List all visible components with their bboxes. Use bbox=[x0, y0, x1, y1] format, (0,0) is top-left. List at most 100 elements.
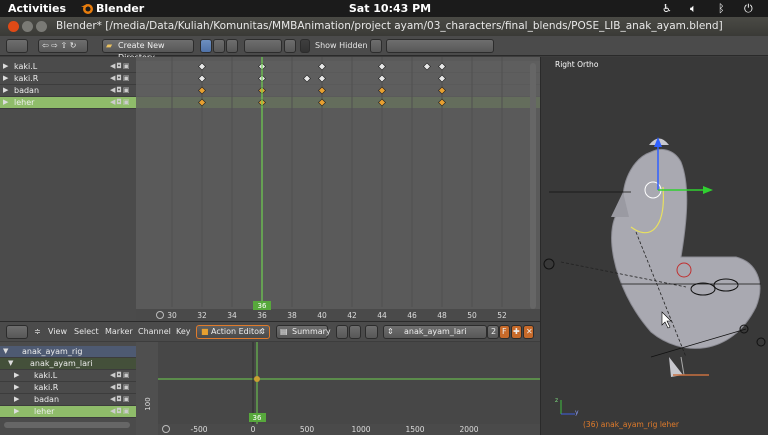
editor-type-icon[interactable] bbox=[6, 325, 28, 339]
navigation-arrows[interactable]: ⇦ ⇨ ⇧ ↻ bbox=[38, 39, 88, 53]
volume-icon[interactable]: 🔈︎ bbox=[690, 2, 697, 16]
graph-editor-curve-area[interactable]: 100 -500 0 500 1000 1500 2000 36 bbox=[136, 342, 540, 435]
filter-icon[interactable] bbox=[370, 39, 382, 53]
graph-x-ruler[interactable] bbox=[158, 424, 540, 435]
cursor-point[interactable] bbox=[254, 376, 260, 382]
expand-triangle-icon[interactable]: ▶ bbox=[14, 371, 19, 379]
rig-control-circle[interactable] bbox=[756, 337, 766, 347]
action-users-count[interactable]: 2 bbox=[487, 325, 499, 339]
channel-mute-lock-icons[interactable]: ◀◘▣ bbox=[110, 74, 131, 82]
y-tick-label: 100 bbox=[144, 397, 152, 410]
channel-row-kaki-l[interactable]: ▶ kaki.L ◀◘▣ bbox=[0, 61, 136, 73]
accessibility-icon[interactable]: ♿ bbox=[662, 2, 672, 15]
filter-search-icon[interactable] bbox=[365, 325, 378, 339]
expand-triangle-icon[interactable]: ▶ bbox=[14, 395, 19, 403]
dopesheet-keyframe-area[interactable]: 30 32 34 36 38 40 42 44 46 48 50 52 36 bbox=[136, 57, 540, 321]
channel-row-badan[interactable]: ▶ badan ◀◘▣ bbox=[0, 85, 136, 97]
keyframe-row-bg bbox=[136, 97, 540, 108]
ge-channel-leher[interactable]: ▶ leher ◀◘▣ bbox=[0, 406, 136, 418]
expand-triangle-icon[interactable]: ▶ bbox=[14, 407, 19, 415]
channel-mute-lock-icons[interactable]: ◀◘▣ bbox=[110, 383, 131, 391]
unlink-action-icon[interactable]: ✕ bbox=[523, 325, 534, 339]
channel-row-kaki-r[interactable]: ▶ kaki.R ◀◘▣ bbox=[0, 73, 136, 85]
channel-mute-lock-icons[interactable]: ◀◘▣ bbox=[110, 98, 131, 106]
file-browser-header: ⇦ ⇨ ⇧ ↻ ▰ Create New Directory Show Hidd… bbox=[0, 36, 768, 62]
ge-channel-rig[interactable]: ▼ anak_ayam_rig bbox=[0, 346, 136, 358]
frame-tick-label: 52 bbox=[497, 311, 507, 320]
system-top-bar: Activities Blender Sat 10:43 PM ♿ 🔈︎ ᛒ ⏻ bbox=[0, 0, 768, 17]
menu-key[interactable]: Key bbox=[176, 327, 191, 336]
fake-user-button[interactable]: F bbox=[499, 325, 510, 339]
3d-viewport[interactable]: Right Ortho z y (36) anak_ayam_rig leher bbox=[540, 57, 768, 435]
channel-mute-lock-icons[interactable]: ◀◘▣ bbox=[110, 371, 131, 379]
rig-control-circle[interactable] bbox=[543, 258, 555, 270]
frame-tick-label: 40 bbox=[317, 311, 327, 320]
dopesheet-svg: 30 32 34 36 38 40 42 44 46 48 50 52 36 bbox=[136, 57, 540, 321]
axis-y-letter: y bbox=[575, 409, 579, 416]
channel-mute-lock-icons[interactable]: ◀◘▣ bbox=[110, 395, 131, 403]
display-details-icon[interactable] bbox=[213, 39, 225, 53]
channel-mute-lock-icons[interactable]: ◀◘▣ bbox=[110, 62, 131, 70]
channel-mute-lock-icons[interactable]: ◀◘▣ bbox=[110, 86, 131, 94]
app-menu-label[interactable]: Blender bbox=[96, 2, 144, 15]
x-tick-label: 0 bbox=[251, 425, 256, 434]
menu-marker[interactable]: Marker bbox=[105, 327, 133, 336]
ge-channel-badan[interactable]: ▶ badan ◀◘▣ bbox=[0, 394, 136, 406]
sort-reverse-icon[interactable] bbox=[284, 39, 296, 53]
dopesheet-vertical-scrollbar[interactable] bbox=[530, 63, 536, 309]
expand-triangle-icon[interactable]: ▶ bbox=[3, 62, 8, 70]
only-selected-icon[interactable] bbox=[336, 325, 348, 339]
filter-type-icons[interactable] bbox=[386, 39, 494, 53]
clock[interactable]: Sat 10:43 PM bbox=[340, 2, 440, 15]
ge-channel-scrollbar[interactable] bbox=[4, 422, 130, 428]
new-action-icon[interactable]: ✚ bbox=[511, 325, 522, 339]
bluetooth-icon[interactable]: ᛒ bbox=[718, 2, 725, 15]
ge-channel-kaki-r[interactable]: ▶ kaki.R ◀◘▣ bbox=[0, 382, 136, 394]
close-window-icon[interactable] bbox=[8, 21, 19, 32]
mode-dropdown[interactable]: ■ Action Editor ⇕ bbox=[196, 325, 270, 339]
menu-select[interactable]: Select bbox=[74, 327, 99, 336]
ge-channel-kaki-l[interactable]: ▶ kaki.L ◀◘▣ bbox=[0, 370, 136, 382]
x-tick-label: 500 bbox=[300, 425, 315, 434]
keyframe-row-bg bbox=[136, 73, 540, 84]
window-title-bar: Blender* [/media/Data/Kuliah/Komunitas/M… bbox=[0, 17, 768, 36]
expand-triangle-icon[interactable]: ▼ bbox=[3, 347, 8, 355]
action-selector[interactable]: ⇕ anak_ayam_lari bbox=[383, 325, 487, 339]
power-icon[interactable]: ⏻ bbox=[744, 2, 753, 16]
editor-type-icon[interactable] bbox=[6, 39, 28, 53]
channel-row-leher[interactable]: ▶ leher ◀◘▣ bbox=[0, 97, 136, 109]
expand-triangle-icon[interactable]: ▶ bbox=[3, 74, 8, 82]
menu-view[interactable]: View bbox=[48, 327, 67, 336]
x-tick-label: -500 bbox=[190, 425, 207, 434]
expand-triangle-icon[interactable]: ▶ bbox=[14, 383, 19, 391]
maximize-window-icon[interactable] bbox=[36, 21, 47, 32]
expand-triangle-icon[interactable]: ▶ bbox=[3, 98, 8, 106]
action-browse-icon: ⇕ bbox=[387, 327, 394, 336]
x-tick-label: 1000 bbox=[351, 425, 370, 434]
chicken-body[interactable] bbox=[611, 149, 761, 349]
folder-icon: ▰ bbox=[106, 41, 113, 50]
display-thumbnails-icon[interactable] bbox=[226, 39, 238, 53]
create-new-directory-button[interactable]: ▰ Create New Directory bbox=[102, 39, 194, 62]
menu-channel[interactable]: Channel bbox=[138, 327, 171, 336]
chicken-leg bbox=[680, 356, 685, 376]
collapse-menu-icon[interactable]: ≑ bbox=[34, 327, 41, 336]
expand-triangle-icon[interactable]: ▼ bbox=[8, 359, 13, 367]
action-editor-icon: ■ bbox=[201, 327, 209, 336]
frame-tick-label: 48 bbox=[437, 311, 447, 320]
expand-triangle-icon[interactable]: ▶ bbox=[3, 86, 8, 94]
summary-toggle[interactable]: ▤ Summary bbox=[276, 325, 331, 339]
activities-button[interactable]: Activities bbox=[8, 2, 66, 15]
show-hidden-checkbox[interactable] bbox=[300, 39, 310, 53]
gizmo-y-arrow-icon[interactable] bbox=[703, 186, 713, 194]
ge-channel-action[interactable]: ▼ anak_ayam_lari bbox=[0, 358, 136, 370]
x-tick-label: 2000 bbox=[459, 425, 478, 434]
window-title: Blender* [/media/Data/Kuliah/Komunitas/M… bbox=[56, 20, 723, 32]
channel-mute-lock-icons[interactable]: ◀◘▣ bbox=[110, 407, 131, 415]
sort-buttons[interactable] bbox=[244, 39, 282, 53]
dropdown-arrows-icon: ⇕ bbox=[259, 327, 266, 336]
show-hidden-icon[interactable] bbox=[349, 325, 361, 339]
minimize-window-icon[interactable] bbox=[22, 21, 33, 32]
chicken-rig-drawing: z y bbox=[543, 137, 766, 416]
display-list-icon[interactable] bbox=[200, 39, 212, 53]
